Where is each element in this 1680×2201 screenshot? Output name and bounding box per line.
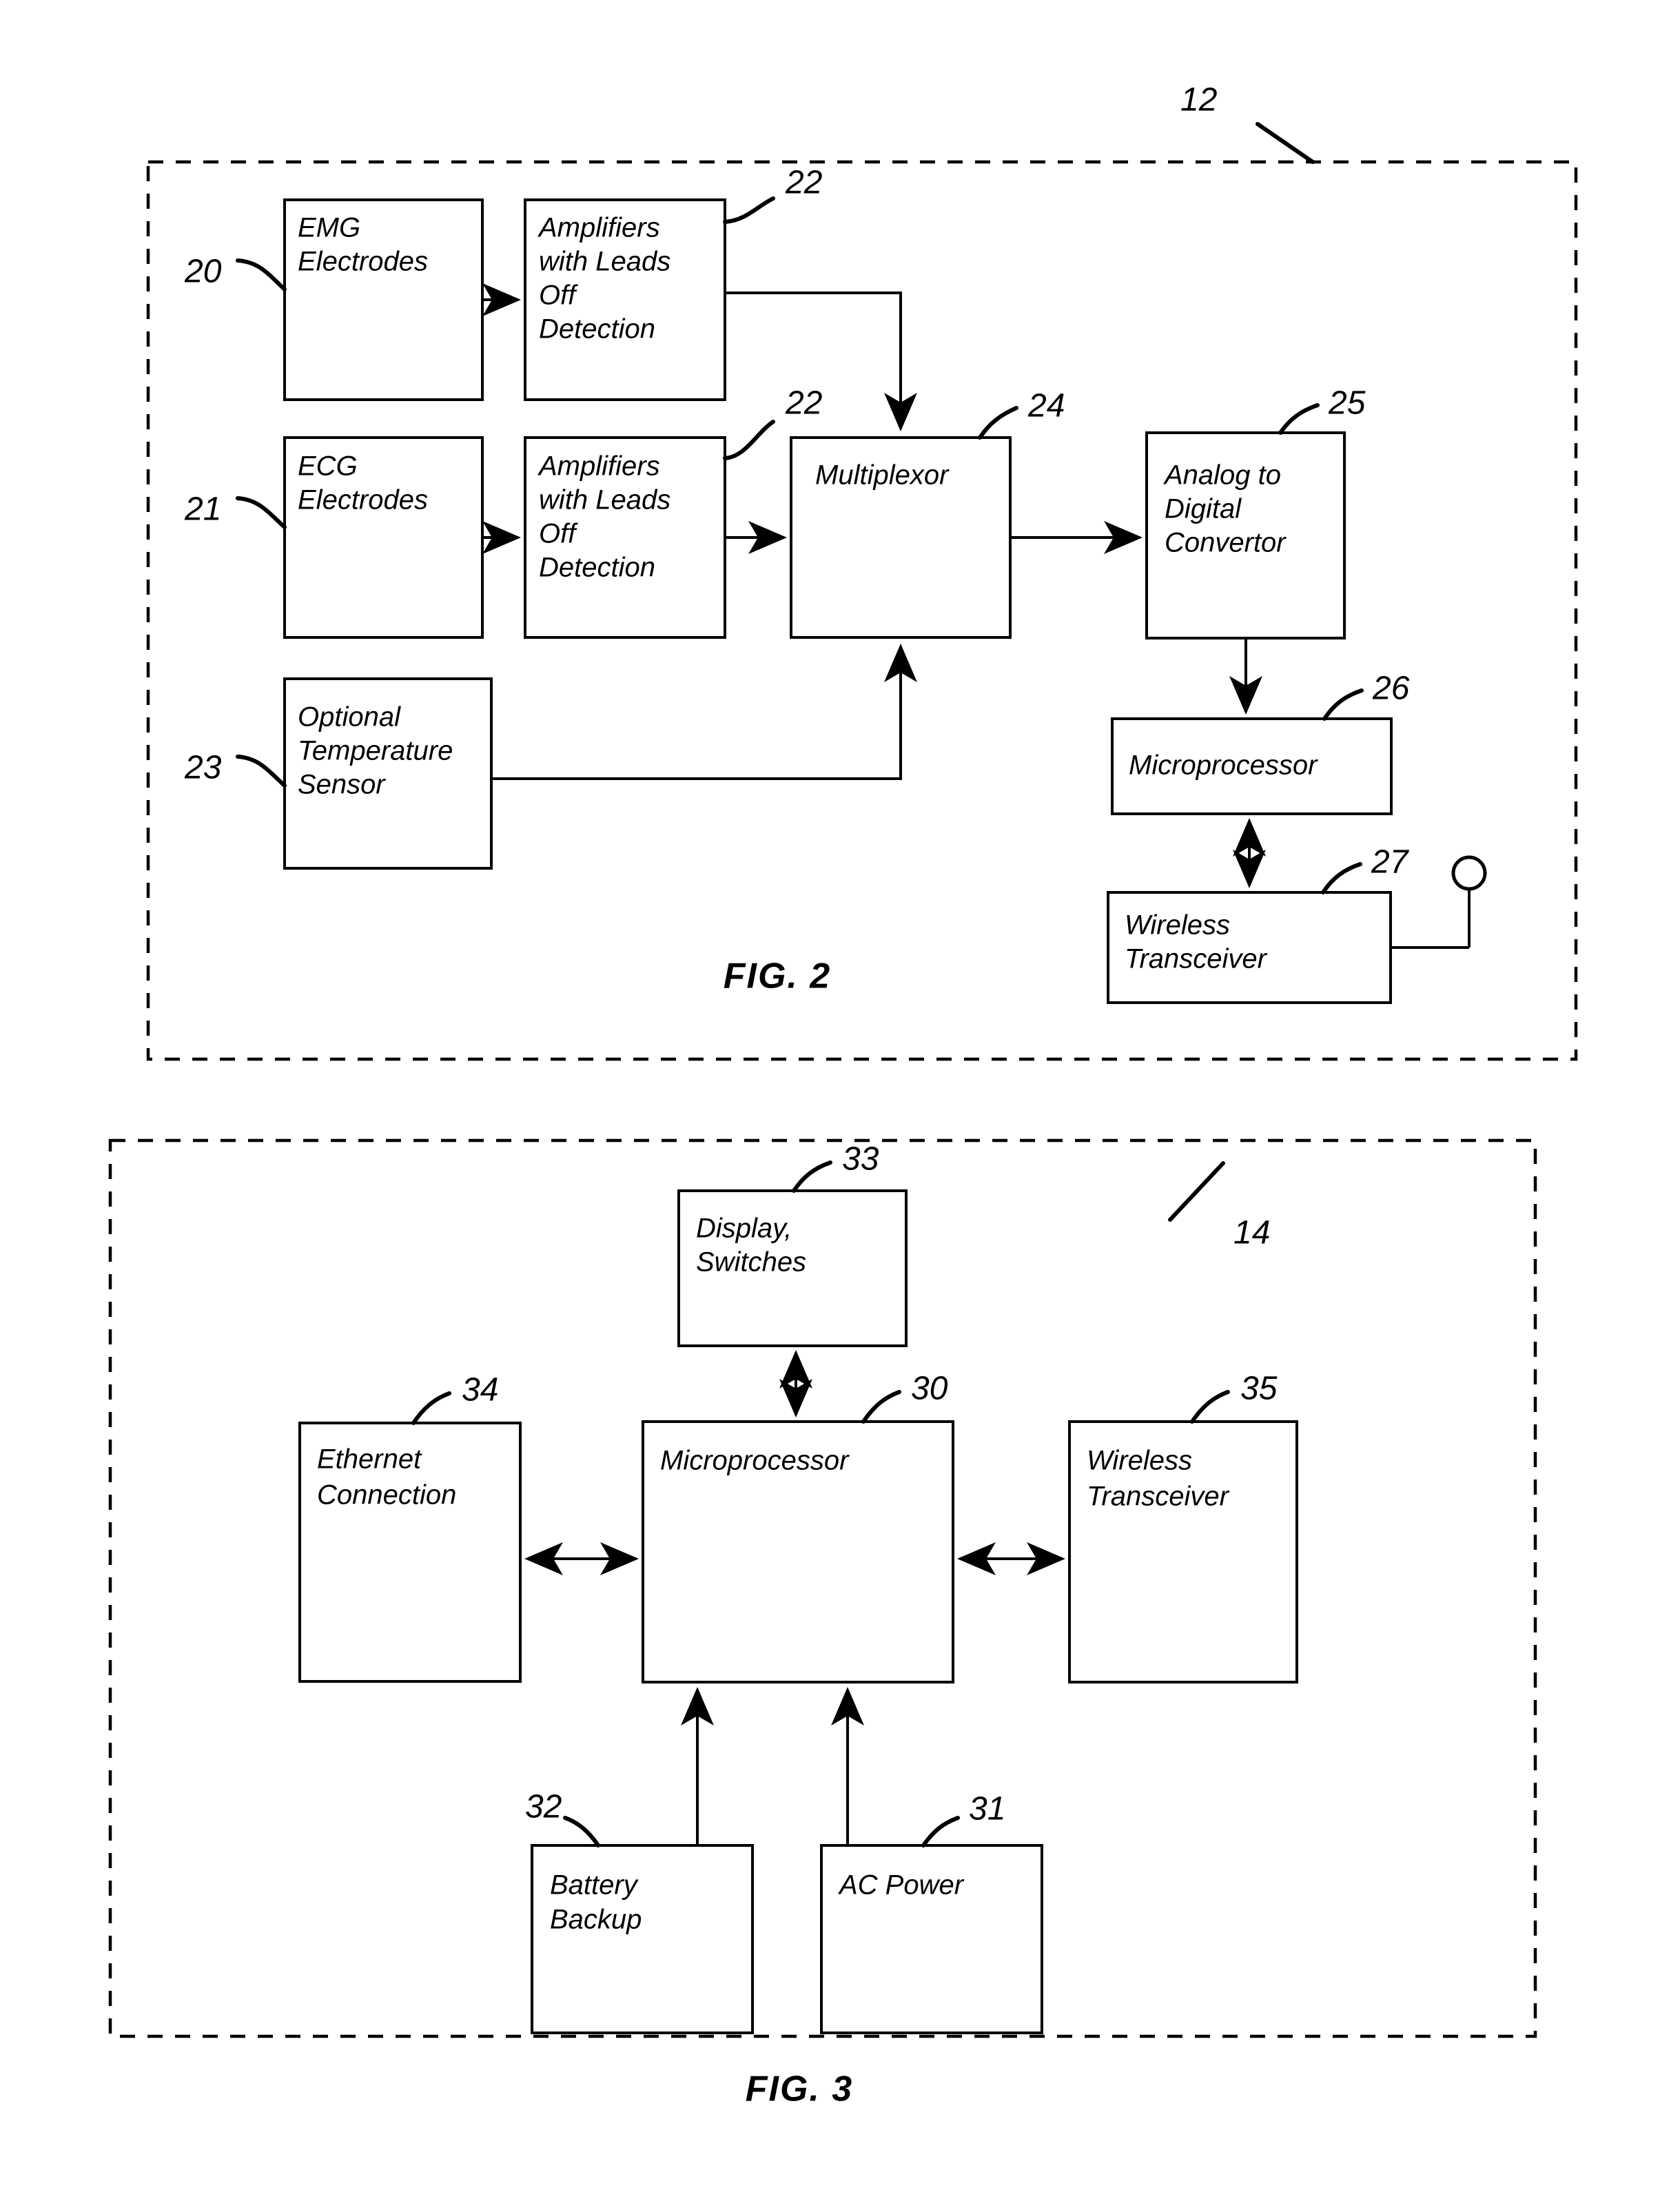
block-multiplexor-label: Multiplexor [815,460,950,491]
block-temperature-sensor-line-1: Temperature [298,736,453,766]
ref-number-22-ecg: 22 [785,385,822,422]
block-adc-line-1: Digital [1165,494,1242,524]
ref-leader-26 [1322,688,1364,721]
ref-number-25: 25 [1328,385,1366,422]
block-fig2-microprocessor-label: Microprocessor [1129,750,1318,781]
block-display-switches-line-1: Switches [696,1247,806,1278]
ref-number-34: 34 [462,1372,498,1409]
block-emg-amplifiers-line-2: Off [539,280,578,311]
block-emg-amplifiers-line-1: with Leads [539,247,670,277]
block-emg-electrodes-line-1: Electrodes [298,247,428,277]
ref-number-26: 26 [1372,670,1410,707]
figure-2-caption: FIG. 2 [724,956,831,996]
block-fig2-wt-line-1: Transceiver [1125,944,1268,974]
ref-number-33: 33 [842,1141,879,1178]
block-emg-electrodes-line-0: EMG [298,213,360,243]
ref-number-32: 32 [525,1789,562,1825]
ref-leader-31 [921,1816,960,1847]
ref-leader-27 [1321,862,1362,894]
block-temperature-sensor-line-2: Sensor [298,770,386,800]
block-ethernet-connection-line-0: Ethernet [317,1444,422,1475]
ref-number-24: 24 [1027,388,1065,424]
block-fig2-wt-line-0: Wireless [1125,910,1230,941]
ref-leader-35 [1190,1390,1230,1424]
ref-leader-23 [236,755,287,788]
block-ecg-amplifiers-line-2: Off [539,519,578,549]
figures-canvas: 12 EMG Electrodes 20 Amplifiers with Lea… [108,82,1578,2109]
ref-leader-21 [236,496,287,529]
ref-number-30: 30 [911,1371,948,1407]
wire-temperature-sensor-to-multiplexor [491,644,917,780]
ref-number-23: 23 [184,750,222,786]
ref-leader-22-emg [723,196,775,224]
ref-leader-20 [236,258,287,291]
patent-drawing-sheet: 12 EMG Electrodes 20 Amplifiers with Lea… [0,0,1680,2201]
fig2-enclosure-ref: 12 [1180,82,1217,119]
block-fig3-wt-line-0: Wireless [1087,1446,1192,1476]
ref-number-35: 35 [1240,1371,1278,1407]
block-ecg-amplifiers-line-1: with Leads [539,485,670,515]
ref-number-22-emg: 22 [785,165,822,201]
ref-leader-22-ecg [723,420,775,460]
ref-leader-32 [563,1816,600,1847]
block-adc-line-2: Convertor [1165,528,1287,558]
ref-number-31: 31 [969,1791,1005,1828]
block-fig3-microprocessor-label: Microprocessor [660,1446,850,1476]
block-display-switches-line-0: Display, [696,1214,792,1244]
block-fig3-wt-line-1: Transceiver [1087,1482,1230,1512]
fig3-enclosure-ref: 14 [1233,1215,1270,1251]
figure-2: 12 EMG Electrodes 20 Amplifiers with Lea… [146,82,1578,1061]
ref-number-27: 27 [1371,844,1410,881]
block-ecg-amplifiers-line-0: Amplifiers [537,451,660,482]
ref-leader-30 [861,1390,901,1424]
ref-leader-34 [411,1391,451,1425]
fig3-enclosure-leader [1168,1161,1225,1222]
block-ecg-electrodes-line-1: Electrodes [298,485,428,515]
ref-number-20: 20 [184,254,222,290]
ref-leader-24 [978,406,1018,440]
block-adc-line-0: Analog to [1163,460,1281,491]
block-ecg-amplifiers-line-3: Detection [539,553,655,583]
block-battery-backup-line-1: Backup [550,1905,642,1935]
block-temperature-sensor-line-0: Optional [298,702,401,733]
fig2-enclosure-leader [1256,122,1315,164]
ref-leader-33 [792,1160,832,1193]
block-ecg-electrodes-line-0: ECG [298,451,358,482]
block-emg-amplifiers-line-0: Amplifiers [537,213,660,243]
block-battery-backup-line-0: Battery [550,1870,639,1901]
ref-leader-25 [1278,403,1320,435]
block-emg-amplifiers-line-3: Detection [539,314,655,345]
block-ac-power-label: AC Power [838,1870,965,1901]
block-ethernet-connection-line-1: Connection [317,1480,456,1511]
figure-3-caption: FIG. 3 [746,2069,853,2109]
figure-3: 14 Display, Switches 33 Ethernet Connect… [108,1138,1537,2109]
ref-number-21: 21 [184,491,221,528]
